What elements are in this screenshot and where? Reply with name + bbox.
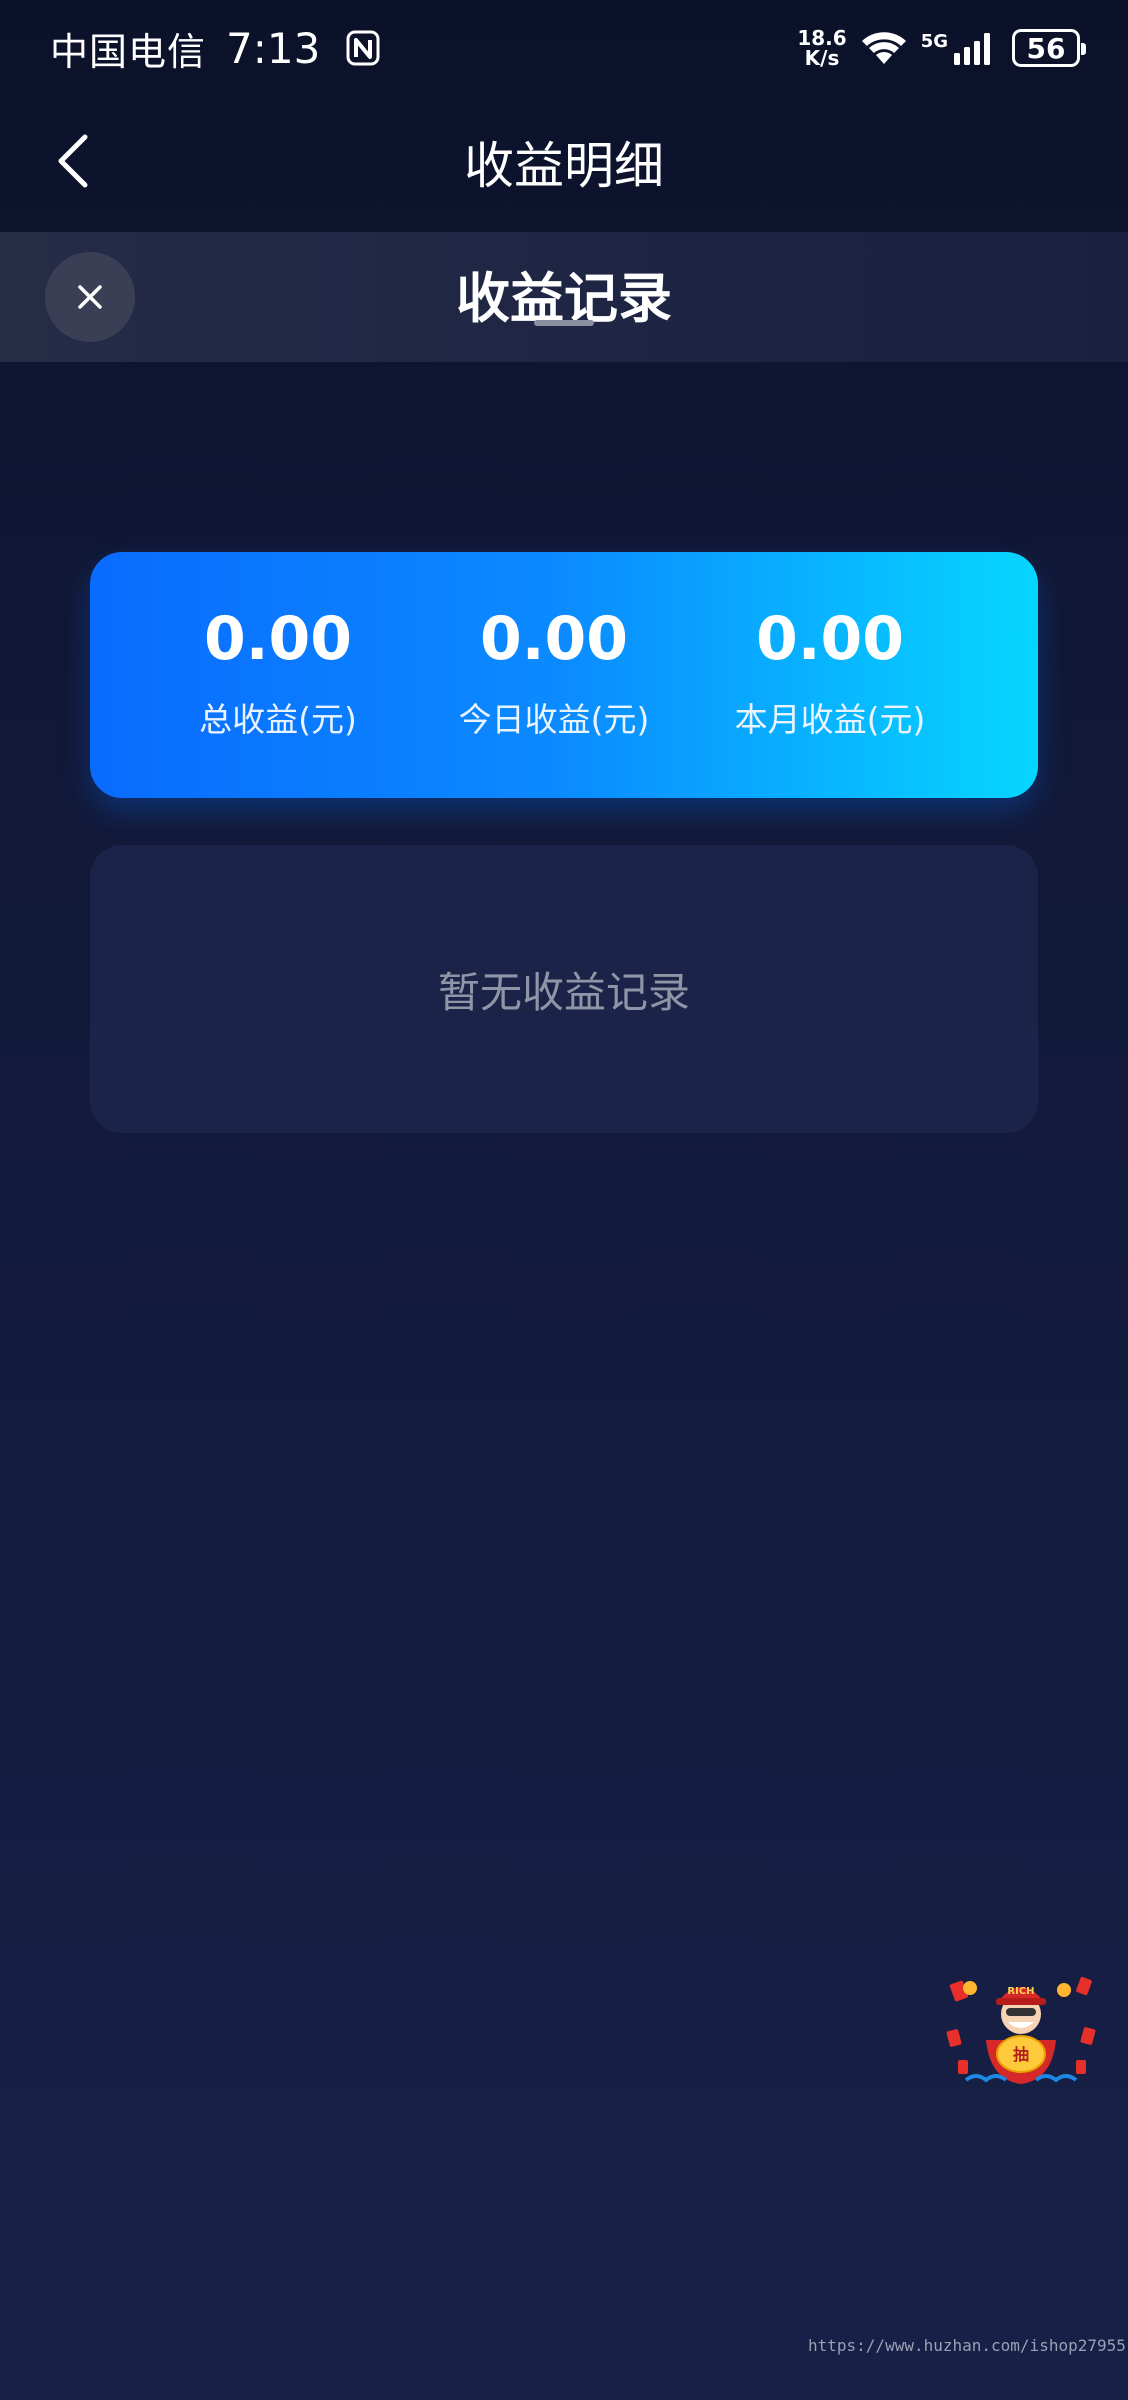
sheet-header: 收益记录 (0, 232, 1128, 362)
month-earnings-stat: 0.00 本月收益(元) (692, 609, 968, 741)
sheet-title-indicator (534, 320, 594, 326)
month-earnings-value: 0.00 (755, 604, 905, 674)
empty-message: 暂无收益记录 (437, 967, 690, 1017)
network-speed: 18.6 K/s (797, 28, 846, 68)
today-earnings-label: 今日收益(元) (458, 700, 650, 739)
lucky-draw-widget[interactable]: RICH 抽 (946, 1968, 1096, 2094)
watermark: https://www.huzhan.com/ishop27955 (808, 2336, 1126, 2355)
network-speed-unit: K/s (804, 46, 840, 70)
total-earnings-stat: 0.00 总收益(元) (140, 609, 416, 741)
total-earnings-value: 0.00 (203, 604, 353, 674)
network-type: 5G (920, 31, 948, 52)
month-earnings-label: 本月收益(元) (734, 700, 926, 739)
cellular-signal: 5G (921, 31, 996, 65)
wifi-icon (861, 32, 906, 64)
signal-icon (954, 33, 990, 65)
network-speed-value: 18.6 (797, 26, 847, 50)
earnings-summary-card: 0.00 总收益(元) 0.00 今日收益(元) 0.00 本月收益(元) (90, 552, 1038, 798)
page-title: 收益明细 (464, 137, 664, 195)
nfc-icon (346, 30, 380, 66)
today-earnings-value: 0.00 (479, 604, 629, 674)
total-earnings-label: 总收益(元) (199, 700, 357, 739)
status-left: 中国电信 7:13 (50, 21, 380, 76)
status-right: 18.6 K/s 5G 56 (797, 28, 1086, 68)
mascot-bag-text: 抽 (1013, 2045, 1029, 2064)
clock-time: 7:13 (226, 23, 321, 73)
carrier-name: 中国电信 (50, 29, 207, 74)
battery-level: 56 (1026, 31, 1066, 65)
earnings-records-empty-state: 暂无收益记录 (90, 845, 1038, 1133)
nav-header: 收益明细 (0, 96, 1128, 232)
status-bar: 中国电信 7:13 18.6 K/s 5G 56 (0, 0, 1128, 96)
today-earnings-stat: 0.00 今日收益(元) (416, 609, 692, 741)
mascot-icon: RICH 抽 (946, 1976, 1096, 2084)
battery-indicator: 56 (1012, 29, 1086, 67)
mascot-cap-text: RICH (1007, 1986, 1034, 1997)
